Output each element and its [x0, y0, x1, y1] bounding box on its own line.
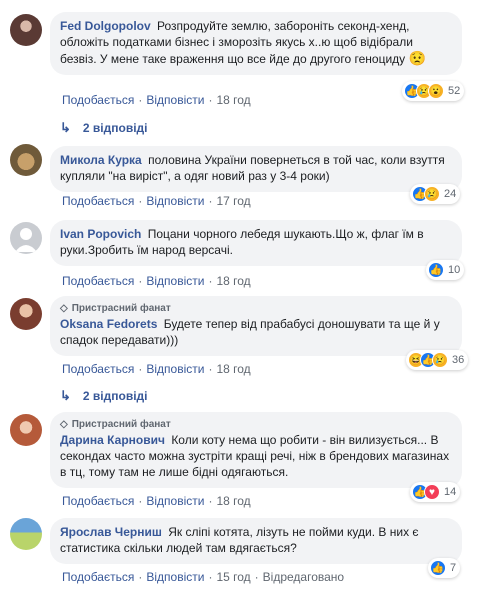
comment: ◇ Пристрасний фанат Дарина Карнович Коли…	[10, 410, 462, 510]
reactions-summary[interactable]: 👍 😢 😮 52	[402, 81, 465, 101]
view-replies-link[interactable]: ↳ 2 відповіді	[60, 120, 147, 136]
top-fan-badge: ◇ Пристрасний фанат	[60, 302, 452, 315]
reaction-count: 7	[450, 562, 457, 574]
timestamp[interactable]: 17 год	[216, 194, 250, 208]
comment-actions: Подобається · Відповісти · 17 год	[62, 194, 251, 208]
replies-count-label: 2 відповіді	[82, 389, 148, 403]
separator: ·	[138, 274, 143, 288]
comment-bubble: Fed Dolgopolov Розпродуйте землю, заборо…	[50, 12, 462, 75]
worried-emoji-icon: 😟	[408, 50, 426, 66]
comment: Fed Dolgopolov Розпродуйте землю, заборо…	[10, 6, 465, 116]
comment-actions: Подобається · Відповісти · 18 год	[62, 362, 251, 376]
avatar[interactable]	[10, 222, 42, 254]
reactions-summary[interactable]: 😆 👍 😢 36	[406, 350, 469, 370]
comment-bubble: ◇ Пристрасний фанат Дарина Карнович Коли…	[50, 412, 462, 488]
default-avatar-icon	[15, 228, 37, 252]
reply-button[interactable]: Відповісти	[146, 494, 204, 508]
separator: ·	[138, 93, 143, 107]
reactions-summary[interactable]: 👍 7	[428, 558, 461, 578]
comment-bubble: Микола Курка половина України повернетьс…	[50, 146, 462, 192]
comment-bubble: Ярослав Черниш Як сліпі котята, лізуть н…	[50, 518, 462, 564]
comment: Ярослав Черниш Як сліпі котята, лізуть н…	[10, 516, 462, 588]
reactions-summary[interactable]: 👍 😢 24	[410, 184, 461, 204]
love-reaction-icon: ♥	[424, 484, 440, 500]
badge-label: Пристрасний фанат	[71, 419, 171, 430]
comment-bubble: ◇ Пристрасний фанат Oksana Fedorets Буде…	[50, 296, 462, 356]
reactions-summary[interactable]: 👍 10	[426, 260, 465, 280]
separator: ·	[208, 494, 213, 508]
reply-arrow-icon: ↳	[60, 388, 71, 403]
separator: ·	[138, 494, 143, 508]
separator: ·	[208, 570, 213, 584]
comment-bubble: Ivan Popovich Поцани чорного лебедя шука…	[50, 220, 462, 266]
timestamp[interactable]: 18 год	[216, 274, 250, 288]
avatar[interactable]	[10, 518, 42, 550]
separator: ·	[138, 362, 143, 376]
reply-button[interactable]: Відповісти	[146, 362, 204, 376]
comment: Микола Курка половина України повернетьс…	[10, 142, 462, 212]
timestamp[interactable]: 18 год	[216, 362, 250, 376]
like-button[interactable]: Подобається	[62, 93, 134, 107]
comment-author[interactable]: Дарина Карнович	[60, 433, 165, 447]
reply-button[interactable]: Відповісти	[146, 274, 204, 288]
comment-author[interactable]: Fed Dolgopolov	[60, 19, 151, 33]
timestamp[interactable]: 18 год	[216, 494, 250, 508]
comment-author[interactable]: Микола Курка	[60, 153, 142, 167]
reaction-count: 14	[444, 486, 457, 498]
badge-label: Пристрасний фанат	[71, 303, 171, 314]
separator: ·	[254, 570, 259, 584]
separator: ·	[208, 362, 213, 376]
comment-author[interactable]: Ivan Popovich	[60, 227, 141, 241]
sad-reaction-icon: 😢	[424, 186, 440, 202]
comment-author[interactable]: Oksana Fedorets	[60, 317, 157, 331]
like-button[interactable]: Подобається	[62, 362, 134, 376]
avatar[interactable]	[10, 298, 42, 330]
comment-actions: Подобається · Відповісти · 15 год · Відр…	[62, 570, 344, 584]
reply-button[interactable]: Відповісти	[146, 570, 204, 584]
timestamp[interactable]: 15 год	[216, 570, 250, 584]
separator: ·	[138, 194, 143, 208]
like-button[interactable]: Подобається	[62, 194, 134, 208]
separator: ·	[208, 194, 213, 208]
reply-button[interactable]: Відповісти	[146, 93, 204, 107]
avatar[interactable]	[10, 144, 42, 176]
like-button[interactable]: Подобається	[62, 274, 134, 288]
reaction-count: 52	[448, 85, 461, 97]
wow-reaction-icon: 😮	[428, 83, 444, 99]
view-replies-link[interactable]: ↳ 2 відповіді	[60, 388, 147, 404]
like-reaction-icon: 👍	[428, 262, 444, 278]
separator: ·	[208, 93, 213, 107]
like-button[interactable]: Подобається	[62, 494, 134, 508]
reply-button[interactable]: Відповісти	[146, 194, 204, 208]
avatar[interactable]	[10, 414, 42, 446]
edited-label[interactable]: Відредаговано	[263, 570, 344, 584]
reaction-count: 10	[448, 264, 461, 276]
like-button[interactable]: Подобається	[62, 570, 134, 584]
sad-reaction-icon: 😢	[432, 352, 448, 368]
separator: ·	[138, 570, 143, 584]
avatar[interactable]	[10, 14, 42, 46]
reactions-summary[interactable]: 👍 ♥ 14	[410, 482, 461, 502]
separator: ·	[208, 274, 213, 288]
like-reaction-icon: 👍	[430, 560, 446, 576]
top-fan-badge: ◇ Пристрасний фанат	[60, 418, 452, 431]
reply-arrow-icon: ↳	[60, 120, 71, 135]
comment-author[interactable]: Ярослав Черниш	[60, 525, 162, 539]
reaction-count: 36	[452, 354, 465, 366]
comment: Ivan Popovich Поцани чорного лебедя шука…	[10, 218, 465, 288]
diamond-icon: ◇	[60, 303, 68, 314]
comment: ◇ Пристрасний фанат Oksana Fedorets Буде…	[10, 294, 469, 378]
comment-actions: Подобається · Відповісти · 18 год	[62, 274, 251, 288]
diamond-icon: ◇	[60, 419, 68, 430]
comment-actions: Подобається · Відповісти · 18 год	[62, 93, 251, 107]
comment-actions: Подобається · Відповісти · 18 год	[62, 494, 251, 508]
timestamp[interactable]: 18 год	[216, 93, 250, 107]
replies-count-label: 2 відповіді	[82, 121, 148, 135]
reaction-count: 24	[444, 188, 457, 200]
